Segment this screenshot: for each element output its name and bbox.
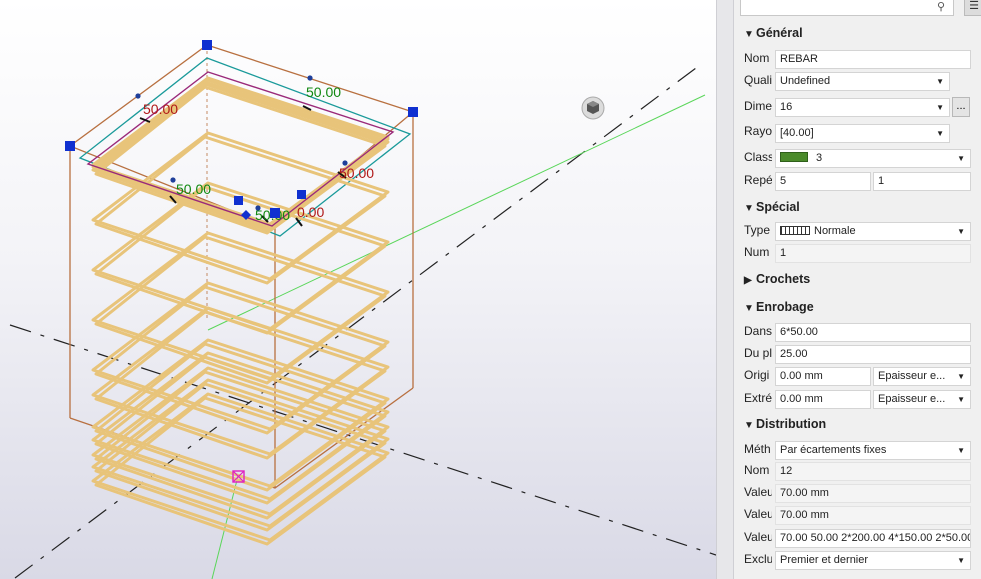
search-icon[interactable]: ⚲ — [937, 0, 945, 13]
chevron-down-icon: ▼ — [957, 556, 965, 565]
value1-label: Valeu — [744, 485, 772, 499]
chevron-down-icon: ▼ — [957, 446, 965, 455]
cube-icon[interactable] — [581, 96, 605, 120]
number-label: Num — [744, 245, 770, 259]
class-dropdown[interactable]: 3 ▼ — [775, 149, 971, 168]
mark-start-field[interactable]: 1 — [873, 172, 971, 191]
value2-label: Valeu — [744, 507, 772, 521]
dimension-dropdown[interactable]: 16 ▼ — [775, 98, 950, 117]
properties-panel: ⚲ ☰ ▼ Général Nom REBAR Quali Undefined ▼ … — [734, 0, 981, 579]
stirrup-loop — [94, 82, 387, 232]
method-dropdown[interactable]: Par écartements fixes ▼ — [775, 441, 971, 460]
stirrup-loop — [94, 80, 387, 230]
menu-icon[interactable]: ☰ — [964, 0, 981, 16]
spacing-values-field[interactable]: 70.00 50.00 2*200.00 4*150.00 2*50.00 — [775, 529, 971, 548]
end-option-value: Epaisseur e... — [878, 393, 946, 405]
chevron-down-icon: ▼ — [936, 77, 944, 86]
section-general[interactable]: ▼ Général — [744, 26, 803, 40]
cover-inside-label: Dans — [744, 324, 772, 338]
chevron-down-icon: ▼ — [957, 395, 965, 404]
chevron-down-icon: ▼ — [936, 129, 944, 138]
type-label: Type — [744, 223, 771, 237]
dimension-label[interactable]: 50.00 — [143, 101, 178, 117]
section-distribution[interactable]: ▼ Distribution — [744, 417, 826, 431]
quality-value: Undefined — [780, 75, 831, 87]
value3-label: Valeu — [744, 530, 772, 544]
mark-prefix-field[interactable]: 5 — [775, 172, 871, 191]
stirrup-loop — [91, 392, 390, 542]
class-label: Class — [744, 150, 772, 164]
end-label: Extré — [744, 391, 772, 405]
radius-label: Rayor — [744, 124, 772, 138]
dimension-label[interactable]: 50.00 — [339, 165, 374, 181]
search-input[interactable]: ⚲ — [740, 0, 954, 16]
chevron-down-icon: ▼ — [936, 103, 944, 112]
dimension-browse-button[interactable]: ... — [952, 97, 970, 117]
type-value: Normale — [814, 225, 856, 237]
section-label: Distribution — [756, 417, 827, 431]
exclude-value: Premier et dernier — [780, 554, 869, 566]
cover-plane-field[interactable]: 25.00 — [775, 345, 971, 364]
origin-offset-field[interactable]: 0.00 mm — [775, 367, 871, 386]
number-field[interactable]: 1 — [775, 244, 971, 263]
chevron-down-icon: ▼ — [957, 154, 965, 163]
dimension-label[interactable]: 50.00 — [306, 84, 341, 100]
class-value: 3 — [816, 152, 823, 164]
rebar-type-icon — [780, 225, 810, 235]
section-label: Général — [756, 26, 803, 40]
cover-inside-field[interactable]: 6*50.00 — [775, 323, 971, 342]
value2-field[interactable]: 70.00 mm — [775, 506, 971, 525]
method-label: Méth — [744, 442, 771, 456]
section-hooks[interactable]: ▶ Crochets — [744, 272, 810, 286]
end-offset-field[interactable]: 0.00 mm — [775, 390, 871, 409]
section-special[interactable]: ▼ Spécial — [744, 200, 800, 214]
dimension-value: 16 — [780, 101, 793, 113]
dimension-label[interactable]: 0.00 — [297, 204, 324, 220]
section-label: Spécial — [756, 200, 800, 214]
type-dropdown[interactable]: Normale ▼ — [775, 222, 971, 241]
origin-option-value: Epaisseur e... — [878, 370, 946, 382]
section-cover[interactable]: ▼ Enrobage — [744, 300, 814, 314]
count-field[interactable]: 12 — [775, 462, 971, 481]
stirrup-loop — [91, 131, 390, 281]
class-color-swatch — [780, 152, 808, 163]
mark-label: Repé — [744, 173, 772, 187]
chevron-down-icon: ▼ — [957, 227, 965, 236]
quality-dropdown[interactable]: Undefined ▼ — [775, 72, 950, 91]
end-option-dropdown[interactable]: Epaisseur e... ▼ — [873, 390, 971, 409]
cover-plane-label: Du pl — [744, 346, 772, 360]
model-view[interactable]: 50.00 50.00 50.00 50.00 50.00 0.00 — [0, 0, 716, 579]
radius-dropdown[interactable]: [40.00] ▼ — [775, 124, 950, 143]
dimension-label: Dime — [744, 99, 772, 113]
radius-value: [40.00] — [780, 127, 814, 139]
section-label: Enrobage — [756, 300, 814, 314]
origin-label: Origi — [744, 368, 770, 382]
stirrup-loop — [94, 185, 387, 335]
method-value: Par écartements fixes — [780, 444, 887, 456]
exclude-dropdown[interactable]: Premier et dernier ▼ — [775, 551, 971, 570]
chevron-down-icon: ▼ — [957, 372, 965, 381]
origin-option-dropdown[interactable]: Epaisseur e... ▼ — [873, 367, 971, 386]
stirrup-loop — [94, 135, 387, 285]
exclude-label: Exclu — [744, 552, 772, 566]
dimension-label[interactable]: 50.00 — [176, 181, 211, 197]
name-field[interactable]: REBAR — [775, 50, 971, 69]
count-label: Nom — [744, 463, 770, 477]
stirrup-loop — [91, 81, 390, 231]
quality-label: Quali — [744, 73, 772, 87]
section-label: Crochets — [756, 272, 811, 286]
name-label: Nom — [744, 51, 770, 65]
value1-field[interactable]: 70.00 mm — [775, 484, 971, 503]
panel-splitter[interactable] — [716, 0, 734, 579]
3d-viewport[interactable]: 50.00 50.00 50.00 50.00 50.00 0.00 — [0, 0, 716, 579]
